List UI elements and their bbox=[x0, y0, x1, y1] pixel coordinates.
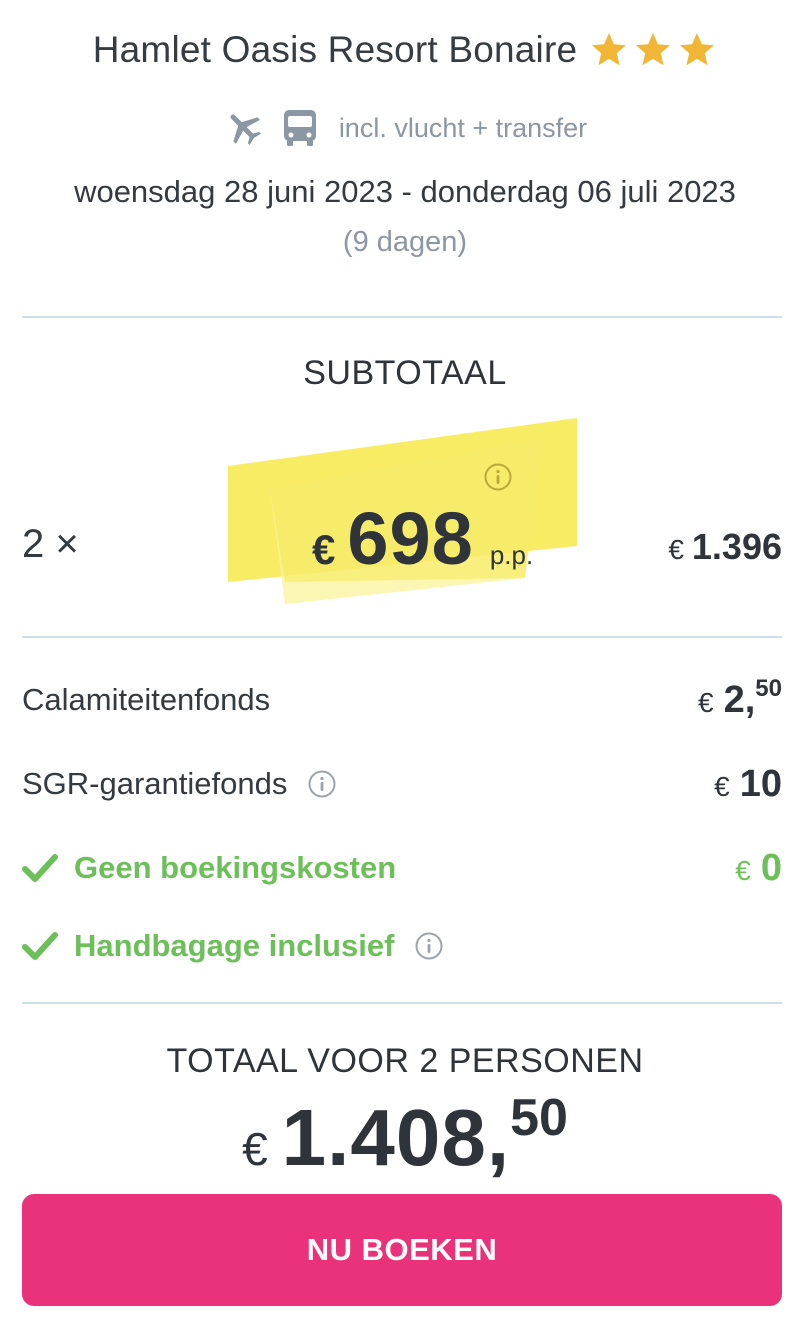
currency-symbol: € bbox=[312, 526, 336, 573]
travel-dates: woensdag 28 juni 2023 - donderdag 06 jul… bbox=[74, 174, 736, 209]
booking-summary-card: Hamlet Oasis Resort Bonaire incl. vlucht… bbox=[0, 0, 810, 1332]
fee-label-text: Geen boekingskosten bbox=[74, 850, 397, 885]
fee-amount-int: 10 bbox=[739, 762, 782, 805]
fee-label: Calamiteitenfonds bbox=[22, 682, 270, 718]
price-per-person-amount: 698 bbox=[347, 497, 474, 580]
check-icon bbox=[22, 928, 58, 964]
transport-info: incl. vlucht + transfer bbox=[0, 104, 810, 152]
currency-symbol: € bbox=[735, 854, 751, 886]
fee-amount: € 10 bbox=[714, 763, 782, 806]
price-unit: p.p. bbox=[489, 540, 534, 570]
airplane-icon bbox=[223, 107, 265, 149]
price-per-person: € 698 p.p. bbox=[312, 496, 534, 580]
fee-amount: € 0 bbox=[735, 847, 782, 890]
fee-label: SGR-garantiefonds bbox=[22, 766, 337, 802]
divider bbox=[22, 316, 782, 318]
fee-amount-cents: 50 bbox=[755, 674, 782, 702]
divider bbox=[22, 636, 782, 638]
star-icon bbox=[589, 30, 629, 70]
fee-row-calamiteitenfonds: Calamiteitenfonds € 2, 50 bbox=[22, 672, 782, 728]
transport-label: incl. vlucht + transfer bbox=[338, 112, 588, 143]
fee-amount-int: 2, bbox=[723, 678, 756, 721]
hotel-title-row: Hamlet Oasis Resort Bonaire bbox=[0, 22, 810, 78]
grand-total-int: 1.408, bbox=[281, 1093, 511, 1182]
price-info-icon[interactable] bbox=[483, 462, 513, 492]
star-rating bbox=[589, 30, 717, 70]
hotel-name[interactable]: Hamlet Oasis Resort Bonaire bbox=[93, 29, 578, 71]
info-icon[interactable] bbox=[414, 931, 444, 961]
fee-amount: € 2, 50 bbox=[698, 675, 782, 722]
book-now-button[interactable]: NU BOEKEN bbox=[22, 1194, 782, 1306]
trip-duration: (9 dagen) bbox=[342, 226, 468, 258]
subtotal-heading: SUBTOTAAL bbox=[303, 354, 507, 392]
star-icon bbox=[677, 30, 717, 70]
traveler-multiplier: 2 × bbox=[22, 522, 79, 566]
grand-total-cents: 50 bbox=[510, 1089, 568, 1147]
fee-row-sgr-garantiefonds: SGR-garantiefonds € 10 bbox=[22, 756, 782, 812]
star-icon bbox=[633, 30, 673, 70]
total-heading: TOTAAL VOOR 2 PERSONEN bbox=[166, 1042, 644, 1080]
currency-symbol: € bbox=[242, 1123, 268, 1175]
fee-label-text: SGR-garantiefonds bbox=[22, 766, 288, 801]
fee-label-text: Handbagage inclusief bbox=[74, 928, 395, 963]
grand-total: € 1.408, 50 bbox=[0, 1089, 810, 1182]
fee-amount-int: 0 bbox=[760, 846, 782, 889]
subtotal-amount: € 1.396 bbox=[668, 526, 782, 568]
info-icon[interactable] bbox=[307, 769, 337, 799]
fee-label: Geen boekingskosten bbox=[22, 850, 396, 886]
fee-row-handbagage: Handbagage inclusief bbox=[22, 918, 782, 974]
currency-symbol: € bbox=[714, 770, 730, 802]
subtotal-value: 1.396 bbox=[691, 526, 782, 567]
currency-symbol: € bbox=[698, 686, 714, 718]
bus-icon bbox=[279, 107, 321, 149]
fee-label: Handbagage inclusief bbox=[22, 928, 444, 964]
check-icon bbox=[22, 850, 58, 886]
fee-label-text: Calamiteitenfonds bbox=[22, 682, 271, 717]
fee-row-boekingskosten: Geen boekingskosten € 0 bbox=[22, 840, 782, 896]
divider bbox=[22, 1002, 782, 1004]
currency-symbol: € bbox=[668, 534, 684, 565]
